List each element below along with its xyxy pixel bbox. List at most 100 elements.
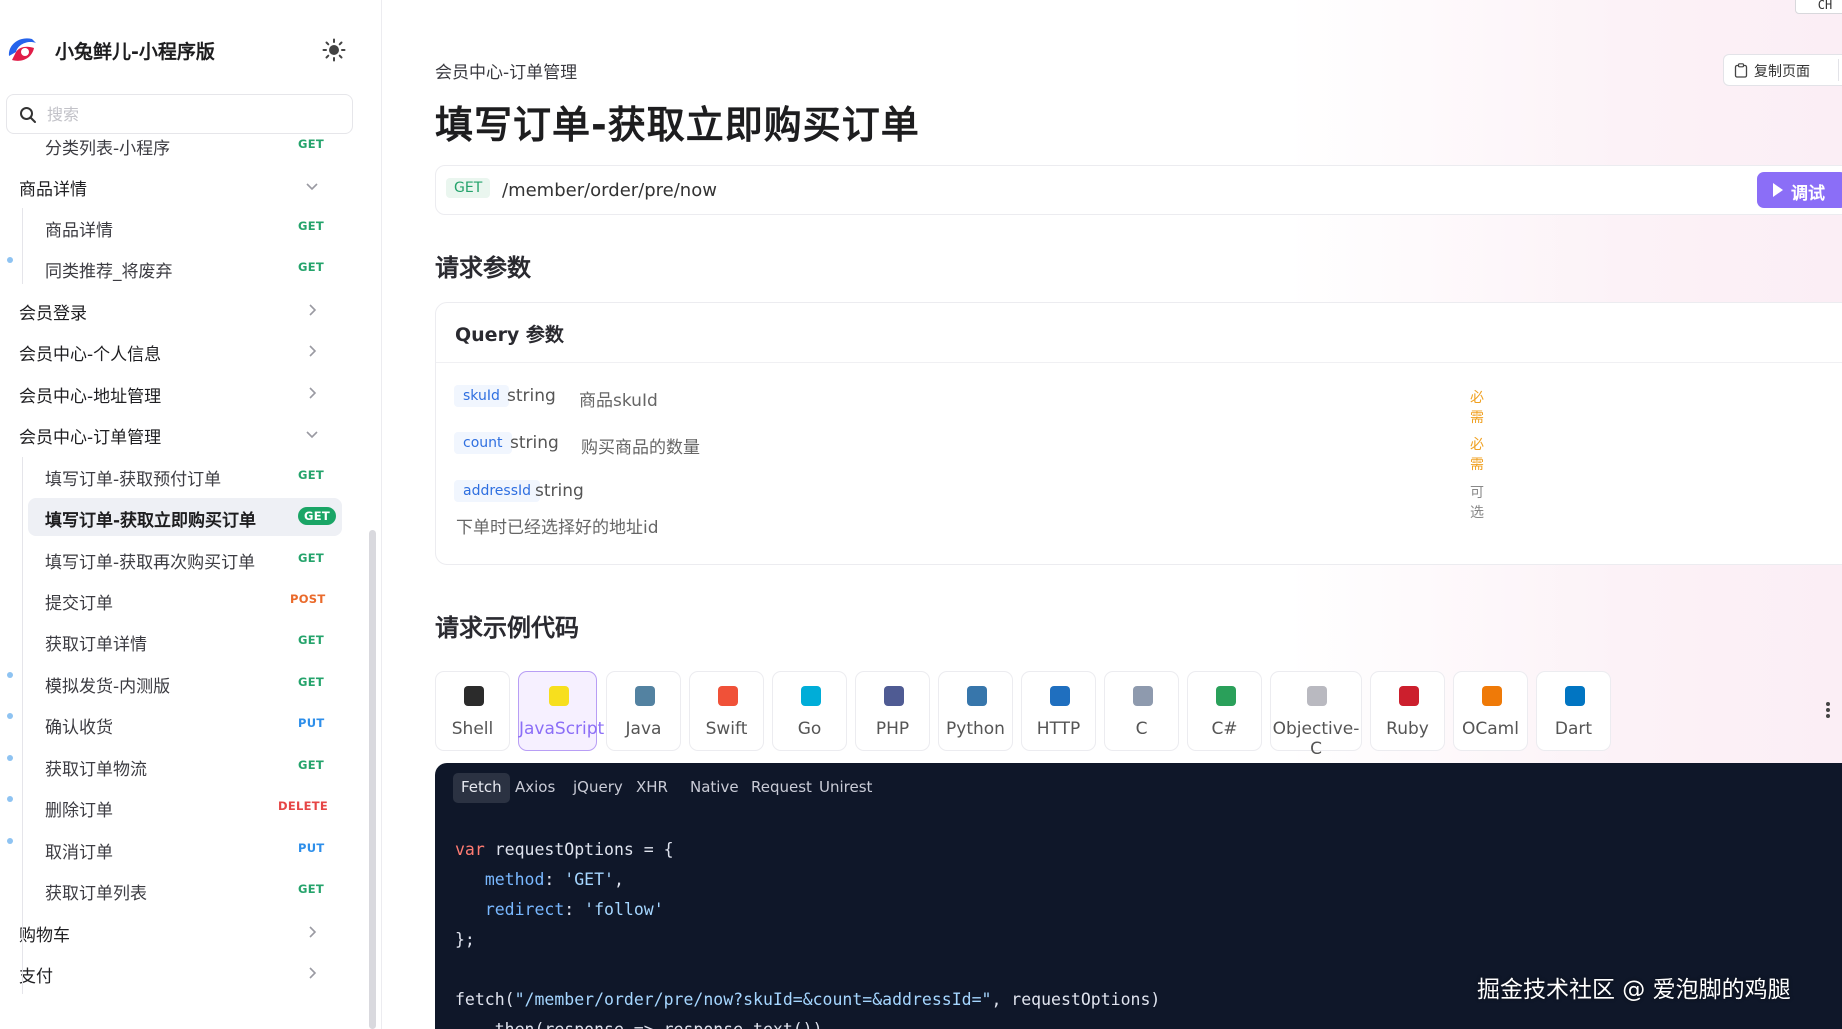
code-line: };	[455, 930, 475, 949]
http-method-badge: DELETE	[278, 799, 329, 813]
sidebar-endpoint-item[interactable]: 获取订单列表 GET	[0, 871, 360, 909]
language-tab[interactable]: PHP	[855, 671, 930, 751]
http-method-badge: GET	[298, 507, 337, 525]
query-params-title: Query 参数	[455, 324, 564, 346]
chevron-down-icon[interactable]	[304, 426, 320, 442]
sidebar-endpoint-item[interactable]: 填写订单-获取立即购买订单 GET	[28, 498, 342, 536]
language-tab[interactable]: Swift	[689, 671, 764, 751]
button-divider	[1838, 59, 1839, 81]
sidebar-endpoint-item[interactable]: 提交订单 POST	[0, 581, 360, 619]
library-tab[interactable]: Fetch	[453, 773, 510, 803]
sidebar-endpoint-item[interactable]: 获取订单物流 GET	[0, 747, 360, 785]
sidebar-endpoint-item[interactable]: 确认收货 PUT	[0, 705, 360, 743]
param-type: string	[510, 433, 559, 453]
sidebar-folder[interactable]: 会员中心-订单管理	[0, 415, 360, 453]
library-tab[interactable]: Request	[743, 773, 820, 803]
language-tab[interactable]: Dart	[1536, 671, 1611, 751]
language-tab[interactable]: Python	[938, 671, 1013, 751]
chevron-right-icon[interactable]	[304, 385, 320, 401]
status-dot	[7, 671, 13, 678]
sidebar-folder[interactable]: 会员登录	[0, 291, 360, 329]
language-tab[interactable]: C#	[1187, 671, 1262, 751]
language-tab-label: C	[1135, 719, 1148, 739]
sidebar-item-label: 会员中心-地址管理	[19, 387, 162, 407]
language-tab[interactable]: OCaml	[1453, 671, 1528, 751]
library-tab[interactable]: jQuery	[565, 773, 631, 803]
sun-icon[interactable]	[322, 38, 346, 62]
param-description: 购买商品的数量	[581, 438, 700, 458]
sidebar-item-label: 取消订单	[45, 843, 113, 863]
sidebar-endpoint-item[interactable]: 取消订单 PUT	[0, 830, 360, 868]
http-method-badge: GET	[298, 219, 325, 233]
chevron-right-icon[interactable]	[304, 343, 320, 359]
chevron-right-icon[interactable]	[304, 965, 320, 981]
sidebar-endpoint-item[interactable]: 分类列表-小程序 GET	[0, 126, 360, 164]
sidebar-scrollbar[interactable]	[369, 530, 376, 1029]
tree-guide-line	[22, 208, 23, 284]
language-tab-label: OCaml	[1462, 719, 1519, 739]
param-type: string	[535, 481, 584, 501]
sidebar-item-label: 获取订单详情	[45, 635, 147, 655]
sidebar-folder[interactable]: 支付	[0, 954, 360, 992]
sidebar-folder[interactable]: 会员中心-个人信息	[0, 332, 360, 370]
language-tab-label: Shell	[451, 719, 494, 739]
endpoint-path[interactable]: /member/order/pre/now	[502, 180, 717, 201]
param-row: skuId string 商品skuId 必需	[454, 383, 1484, 426]
language-tab[interactable]: Shell	[435, 671, 510, 751]
app-name: 小兔鲜儿-小程序版	[55, 41, 215, 63]
chevron-right-icon[interactable]	[304, 302, 320, 318]
sidebar-endpoint-item[interactable]: 填写订单-获取再次购买订单 GET	[0, 540, 360, 578]
language-logo-icon	[1132, 686, 1153, 706]
language-tab[interactable]: Java	[606, 671, 681, 751]
param-required: 必需	[1470, 437, 1484, 473]
param-name[interactable]: addressId	[454, 480, 541, 502]
language-tab-label: Python	[946, 719, 1005, 739]
brand-logo-icon[interactable]	[6, 34, 38, 64]
sidebar-endpoint-item[interactable]: 获取订单详情 GET	[0, 622, 360, 660]
sidebar-item-label: 填写订单-获取立即购买订单	[45, 511, 257, 531]
sidebar-endpoint-item[interactable]: 删除订单 DELETE	[0, 788, 360, 826]
language-tab[interactable]: Ruby	[1370, 671, 1445, 751]
language-logo-icon	[1049, 686, 1070, 706]
language-logo-icon	[1215, 686, 1236, 706]
library-tab[interactable]: Native	[682, 773, 747, 803]
sidebar-endpoint-item[interactable]: 同类推荐_将废弃 GET	[0, 249, 360, 287]
language-logo-icon	[883, 686, 904, 706]
param-name[interactable]: skuId	[454, 385, 509, 407]
language-tab-label: PHP	[875, 719, 910, 739]
sidebar-item-label: 商品详情	[19, 180, 87, 200]
language-tab[interactable]: Go	[772, 671, 847, 751]
sidebar-endpoint-item[interactable]: 模拟发货-内测版 GET	[0, 664, 360, 702]
language-tab-label: Ruby	[1386, 719, 1429, 739]
clipboard-icon	[1734, 63, 1748, 78]
sidebar-endpoint-item[interactable]: 商品详情 GET	[0, 208, 360, 246]
param-name[interactable]: count	[454, 432, 512, 454]
library-tab[interactable]: Unirest	[811, 773, 880, 803]
sidebar-folder[interactable]: 购物车	[0, 913, 360, 951]
search-input[interactable]	[47, 102, 337, 126]
library-tab[interactable]: Axios	[507, 773, 563, 803]
debug-button[interactable]: 调试	[1757, 172, 1842, 208]
more-languages-icon[interactable]	[1825, 700, 1831, 722]
code-block[interactable]: var requestOptions = { method: 'GET', re…	[455, 835, 1160, 1029]
library-tab[interactable]: XHR	[628, 773, 676, 803]
sidebar-folder[interactable]: 会员中心-地址管理	[0, 374, 360, 412]
language-tab[interactable]: C	[1104, 671, 1179, 751]
chevron-right-icon[interactable]	[304, 924, 320, 940]
sidebar-item-label: 支付	[19, 967, 53, 987]
sidebar-endpoint-item[interactable]: 填写订单-获取预付订单 GET	[0, 457, 360, 495]
language-tab[interactable]: Objective-C	[1270, 671, 1362, 759]
chevron-down-icon[interactable]	[304, 178, 320, 194]
http-method-badge: GET	[298, 468, 325, 482]
copy-page-button[interactable]: 复制页面	[1723, 54, 1842, 86]
status-dot	[7, 256, 13, 263]
sidebar-item-label: 确认收货	[45, 718, 113, 738]
breadcrumb[interactable]: 会员中心-订单管理	[435, 58, 577, 83]
http-method-badge: GET	[298, 633, 325, 647]
sidebar-folder[interactable]: 商品详情	[0, 167, 360, 205]
language-tab[interactable]: HTTP	[1021, 671, 1096, 751]
language-tab[interactable]: JavaScript	[518, 671, 604, 751]
sidebar-item-label: 会员登录	[19, 304, 87, 324]
copy-page-label: 复制页面	[1754, 64, 1810, 80]
